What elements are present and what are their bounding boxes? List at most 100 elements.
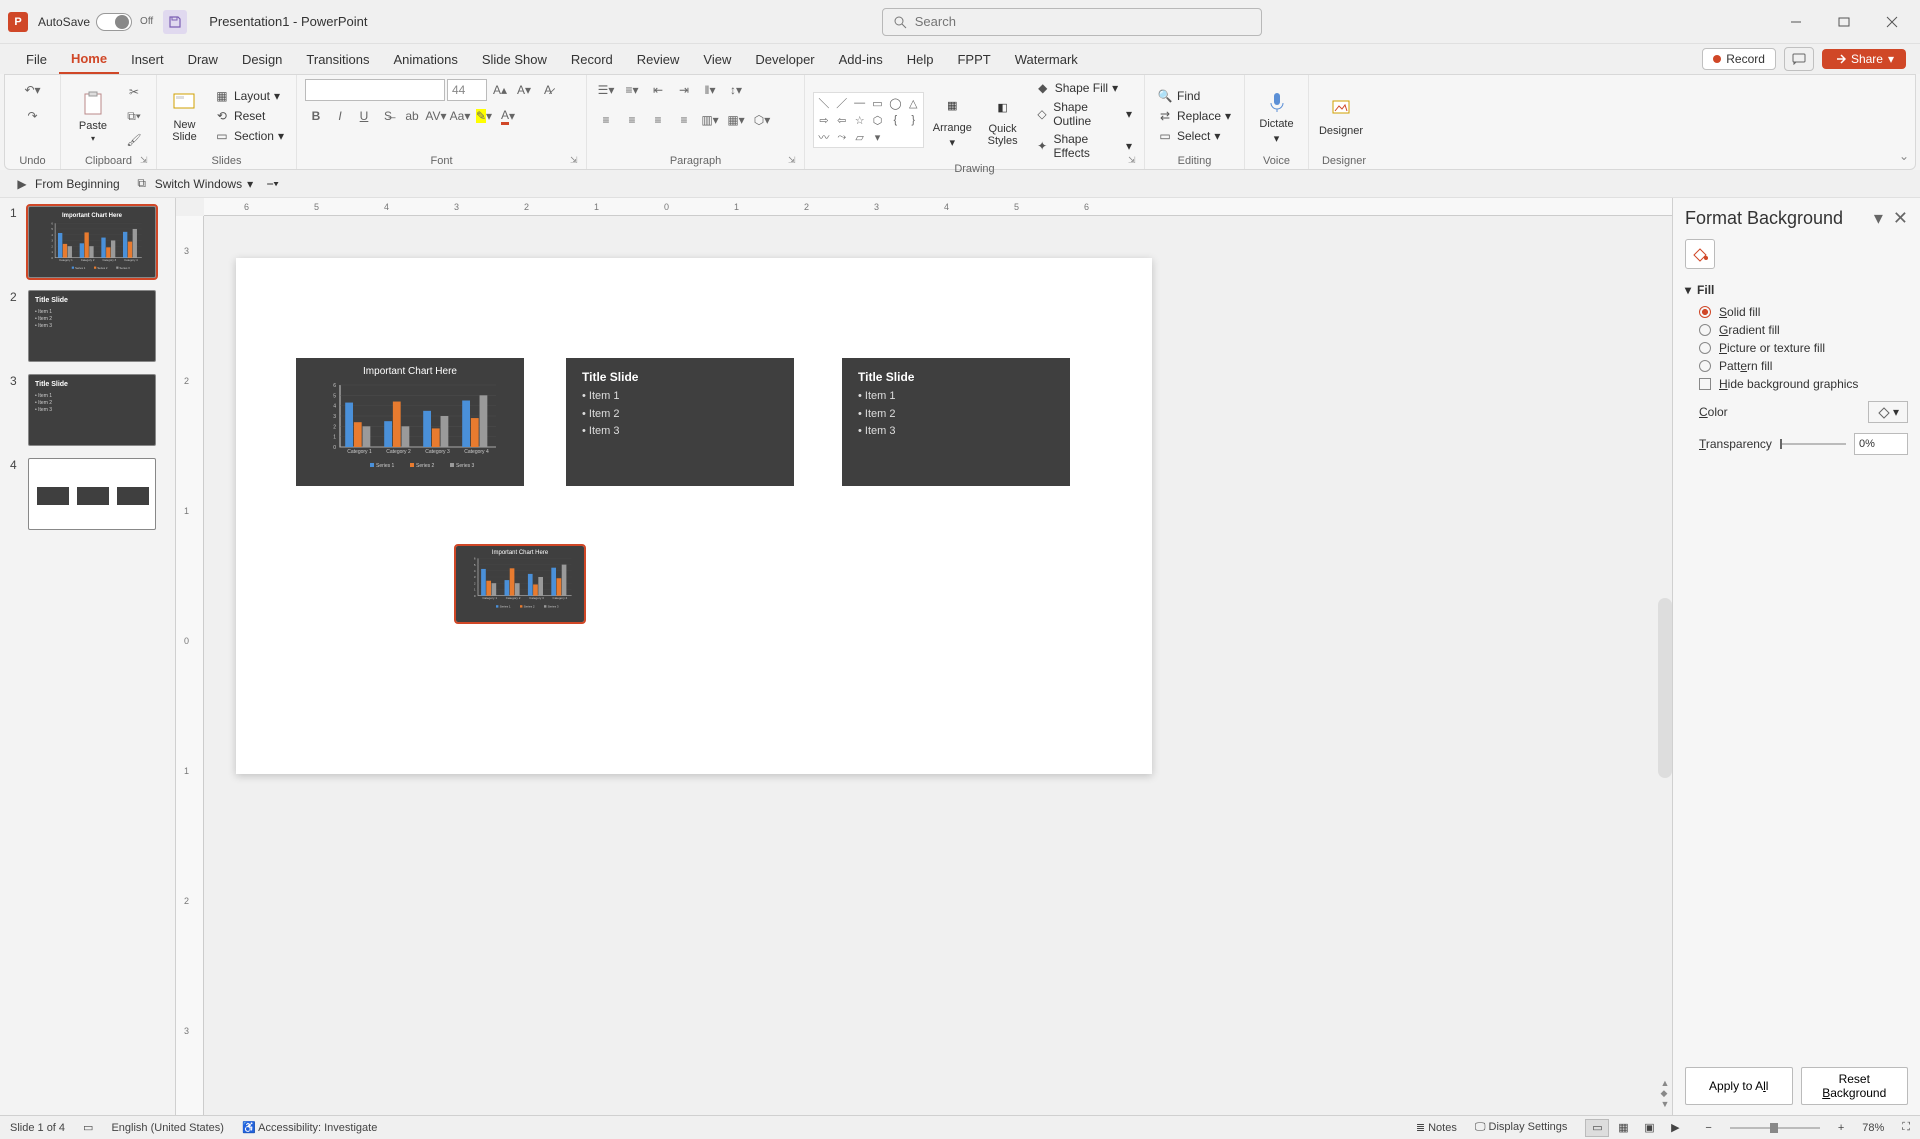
minimize-button[interactable] <box>1776 8 1816 36</box>
bullets-button[interactable]: ☰▾ <box>595 79 617 101</box>
share-button[interactable]: Share▾ <box>1822 49 1906 69</box>
color-picker-button[interactable]: ▾ <box>1868 401 1908 423</box>
slide-thumbnail[interactable]: Important Chart Here0123456Category 1Cat… <box>28 206 156 278</box>
new-slide-button[interactable]: New Slide <box>165 89 204 143</box>
tab-help[interactable]: Help <box>895 44 946 74</box>
thumbnail-row[interactable]: 4 <box>10 458 165 530</box>
pane-options-button[interactable]: ▾ <box>1874 208 1883 229</box>
autosave-toggle[interactable]: AutoSave Off <box>38 13 153 31</box>
reading-view-button[interactable]: ▣ <box>1637 1119 1661 1137</box>
font-family-combo[interactable] <box>305 79 445 101</box>
zoom-level[interactable]: 78% <box>1862 1122 1884 1134</box>
layout-button[interactable]: ▦Layout▾ <box>210 87 288 105</box>
undo-button[interactable]: ↶▾ <box>22 79 44 101</box>
redo-button[interactable]: ↷ <box>22 105 44 127</box>
align-center-button[interactable]: ≡ <box>621 109 643 131</box>
fill-section-header[interactable]: ▾Fill <box>1685 283 1908 297</box>
increase-font-button[interactable]: A▴ <box>489 79 511 101</box>
shape-outline-button[interactable]: ◇Shape Outline▾ <box>1031 99 1136 129</box>
tab-watermark[interactable]: Watermark <box>1003 44 1090 74</box>
slide-panel[interactable]: 1Important Chart Here0123456Category 1Ca… <box>0 198 176 1115</box>
transparency-slider[interactable] <box>1780 443 1846 445</box>
embedded-slide-chart[interactable]: Important Chart Here 0123456Category 1Ca… <box>296 358 524 486</box>
from-beginning-button[interactable]: ▶From Beginning <box>14 176 120 192</box>
shape-triangle-icon[interactable]: △ <box>905 95 921 111</box>
designer-button[interactable]: Designer <box>1317 95 1365 137</box>
shape-brace2-icon[interactable]: } <box>905 113 921 127</box>
shape-more-icon[interactable]: ▾ <box>870 129 886 145</box>
search-box[interactable] <box>882 8 1262 36</box>
save-button[interactable] <box>163 10 187 34</box>
pane-close-button[interactable]: ✕ <box>1893 208 1908 229</box>
tab-developer[interactable]: Developer <box>743 44 826 74</box>
decrease-indent-button[interactable]: ⇤ <box>647 79 669 101</box>
record-button[interactable]: Record <box>1702 48 1776 70</box>
tab-view[interactable]: View <box>691 44 743 74</box>
section-button[interactable]: ▭Section▾ <box>210 127 288 145</box>
decrease-font-button[interactable]: A▾ <box>513 79 535 101</box>
tab-record[interactable]: Record <box>559 44 625 74</box>
arrange-button[interactable]: ▦ Arrange▾ <box>930 92 974 149</box>
embedded-slide-title-b[interactable]: Title Slide • Item 1• Item 2• Item 3 <box>842 358 1070 486</box>
character-spacing-button[interactable]: AV▾ <box>425 105 447 127</box>
align-left-button[interactable]: ≡ <box>595 109 617 131</box>
accessibility-button[interactable]: ♿ Accessibility: Investigate <box>242 1121 377 1134</box>
cut-button[interactable]: ✂ <box>123 81 145 103</box>
slideshow-view-button[interactable]: ▶ <box>1663 1119 1687 1137</box>
clipboard-dialog-launcher[interactable]: ⇲ <box>140 155 152 167</box>
paste-button[interactable]: Paste ▾ <box>69 90 117 143</box>
shape-curve-icon[interactable]: 〰 <box>816 129 832 145</box>
find-button[interactable]: 🔍Find <box>1153 87 1235 105</box>
align-text-button[interactable]: ▦▾ <box>725 109 747 131</box>
normal-view-button[interactable]: ▭ <box>1585 1119 1609 1137</box>
shape-oval-icon[interactable]: ◯ <box>887 95 903 111</box>
columns-button[interactable]: ▥▾ <box>699 109 721 131</box>
tab-slide-show[interactable]: Slide Show <box>470 44 559 74</box>
collapse-ribbon-button[interactable]: ⌄ <box>1899 149 1909 163</box>
zoom-slider[interactable] <box>1730 1127 1820 1129</box>
tab-review[interactable]: Review <box>625 44 692 74</box>
radio-picture-fill[interactable]: Picture or texture fill <box>1699 341 1908 355</box>
copy-button[interactable]: ⧉▾ <box>123 105 145 127</box>
shape-star-icon[interactable]: ☆ <box>852 113 868 127</box>
zoom-in-button[interactable]: + <box>1838 1122 1844 1134</box>
language-button[interactable]: English (United States) <box>111 1122 224 1134</box>
shape-arrow-icon[interactable]: ⇨ <box>816 113 832 127</box>
zoom-out-button[interactable]: − <box>1705 1122 1711 1134</box>
selected-slide-thumbnail[interactable]: Important Chart Here 0123456Category 1Ca… <box>456 546 584 622</box>
radio-pattern-fill[interactable]: Pattern fill <box>1699 359 1908 373</box>
search-input[interactable] <box>915 14 1251 29</box>
slide-thumbnail[interactable] <box>28 458 156 530</box>
italic-button[interactable]: I <box>329 105 351 127</box>
slide-canvas[interactable]: Important Chart Here 0123456Category 1Ca… <box>236 258 1152 774</box>
font-color-button[interactable]: A▾ <box>497 105 519 127</box>
shape-arrow2-icon[interactable]: ⇦ <box>834 113 850 127</box>
fill-mode-button[interactable] <box>1685 239 1715 269</box>
bold-button[interactable]: B <box>305 105 327 127</box>
canvas-area[interactable]: 6543210123456 3210123 Important Chart He… <box>176 198 1672 1115</box>
select-button[interactable]: ▭Select▾ <box>1153 127 1235 145</box>
slide-thumbnail[interactable]: Title Slide• Item 1• Item 2• Item 3 <box>28 374 156 446</box>
tab-home[interactable]: Home <box>59 44 119 74</box>
shape-effects-button[interactable]: ✦Shape Effects▾ <box>1031 131 1136 161</box>
shape-rect-icon[interactable]: ▭ <box>870 95 886 111</box>
format-painter-button[interactable]: 🖌 <box>123 129 145 151</box>
thumbnail-row[interactable]: 2Title Slide• Item 1• Item 2• Item 3 <box>10 290 165 362</box>
tab-insert[interactable]: Insert <box>119 44 176 74</box>
embedded-slide-title-a[interactable]: Title Slide • Item 1• Item 2• Item 3 <box>566 358 794 486</box>
shape-brace-icon[interactable]: { <box>887 113 903 127</box>
tab-animations[interactable]: Animations <box>382 44 470 74</box>
slide-position[interactable]: Slide 1 of 4 <box>10 1122 65 1134</box>
numbering-button[interactable]: ≡▾ <box>621 79 643 101</box>
shape-line2-icon[interactable]: ／ <box>834 95 850 111</box>
tab-transitions[interactable]: Transitions <box>294 44 381 74</box>
smartart-button[interactable]: ⬡▾ <box>751 109 773 131</box>
underline-button[interactable]: U <box>353 105 375 127</box>
increase-indent-button[interactable]: ⇥ <box>673 79 695 101</box>
radio-solid-fill[interactable]: Solid fill <box>1699 305 1908 319</box>
tab-design[interactable]: Design <box>230 44 294 74</box>
text-direction-button[interactable]: ↕▾ <box>725 79 747 101</box>
thumbnail-row[interactable]: 1Important Chart Here0123456Category 1Ca… <box>10 206 165 278</box>
shapes-gallery[interactable]: ＼ ／ — ▭ ◯ △ ⇨ ⇦ ☆ ⬡ { } 〰 ⤳ ▱ ▾ <box>813 92 924 148</box>
line-spacing-button[interactable]: ‖▾ <box>699 79 721 101</box>
